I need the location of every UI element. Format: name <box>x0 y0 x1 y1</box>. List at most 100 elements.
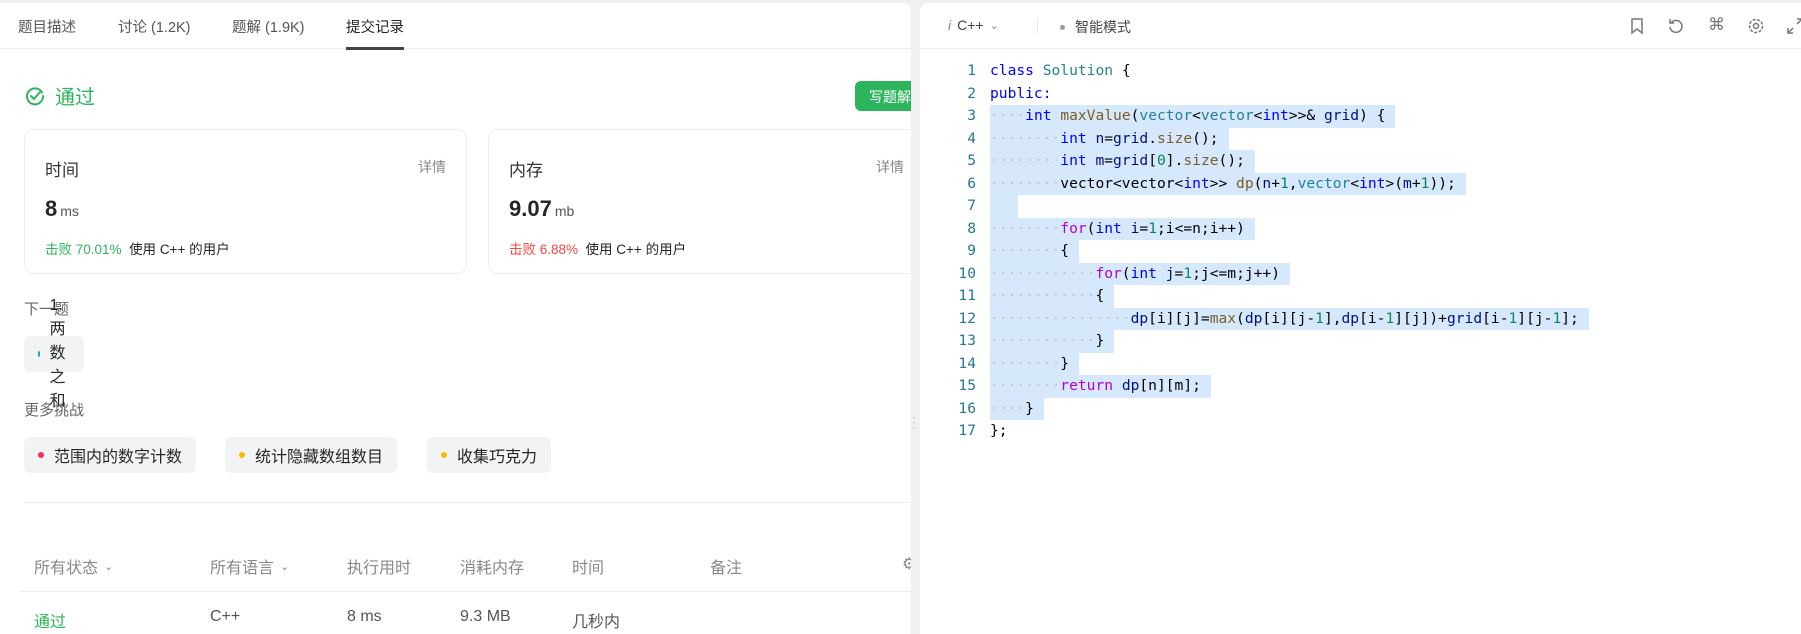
code-token: < <box>1350 174 1360 192</box>
code-token: ]; <box>1561 309 1579 327</box>
indent-whitespace: ········ <box>990 219 1061 237</box>
code-token: int <box>1060 152 1087 169</box>
challenge-chip[interactable]: 收集巧克力 <box>427 437 552 473</box>
expand-icon[interactable] <box>1786 17 1801 35</box>
challenge-chip[interactable]: 范围内的数字计数 <box>24 437 197 473</box>
code-token: grid <box>1323 107 1360 124</box>
line-number: 1 <box>967 62 976 79</box>
memory-beat: 击败 6.88% 使用 C++ 的用户 <box>509 238 686 258</box>
code-text: ········int m=grid[0].size(); <box>990 150 1255 173</box>
code-token: 1 <box>1508 309 1518 327</box>
memory-unit: mb <box>554 203 575 219</box>
chevron-down-icon: ⌄ <box>989 19 999 32</box>
line-number: 9 <box>967 242 976 259</box>
runtime-beat-text: 使用 C++ 的用户 <box>129 242 230 257</box>
memory-value-row: 9.07 mb <box>509 196 574 222</box>
runtime-value: 8 <box>45 196 58 221</box>
code-token: vector<vector< <box>1060 174 1184 192</box>
tab-bar: 题目描述 讨论 (1.2K) 题解 (1.9K) 提交记录 <box>0 3 911 50</box>
code-token: >>& <box>1288 107 1324 124</box>
line-number: 2 <box>967 84 976 102</box>
code-token: ]. <box>1165 152 1184 169</box>
status-text: 通过 <box>55 87 95 109</box>
settings-icon[interactable] <box>1747 17 1765 35</box>
resize-handle[interactable]: · · · <box>912 411 916 433</box>
code-token: int <box>1262 107 1289 124</box>
filter-language[interactable]: 所有语言 ⌄ <box>210 554 289 578</box>
chip-label: 1. 两数之和 <box>49 297 66 410</box>
code-token: j <box>1165 264 1175 282</box>
memory-detail-link[interactable]: 详情 <box>876 157 904 177</box>
code-token: int <box>1095 219 1122 237</box>
tab-solutions[interactable]: 题解 (1.9K) <box>232 16 305 37</box>
runtime-unit: ms <box>60 203 79 219</box>
code-token: }; <box>990 422 1008 439</box>
tab-discussion[interactable]: 讨论 (1.2K) <box>118 16 191 37</box>
code-token: int <box>1359 174 1386 192</box>
difficulty-dot <box>38 351 40 357</box>
indent-whitespace: ········ <box>990 242 1061 259</box>
code-token: n <box>1262 174 1272 192</box>
row-language: C++ <box>210 608 241 625</box>
line-number: 12 <box>958 309 976 327</box>
code-token: dp <box>1236 174 1254 192</box>
table-settings-icon[interactable]: ⚙ <box>902 554 911 574</box>
runtime-detail-link[interactable]: 详情 <box>418 157 446 177</box>
code-token: = <box>1104 129 1114 147</box>
code-text: ················dp[i][j]=max(dp[i][j-1],… <box>990 307 1589 330</box>
code-token: { <box>1113 62 1131 79</box>
row-runtime: 8 ms <box>347 608 382 625</box>
code-token: [n][m]; <box>1139 377 1201 394</box>
row-status[interactable]: 通过 <box>34 608 66 632</box>
table-header-divider <box>20 591 911 592</box>
indent-whitespace: ········ <box>990 129 1061 147</box>
code-token: ;j<=m;j++) <box>1192 264 1281 282</box>
code-token: [ <box>1148 152 1157 169</box>
code-token: )); <box>1429 174 1456 192</box>
submission-panel: 题目描述 讨论 (1.2K) 题解 (1.9K) 提交记录 通过 写题解 时间 … <box>0 3 911 634</box>
line-number: 3 <box>967 107 976 124</box>
toolbar-divider <box>1037 18 1038 34</box>
indent-whitespace: ···· <box>990 107 1026 124</box>
code-token: (); <box>1218 152 1245 169</box>
runtime-beat-percent: 击败 70.01% <box>45 242 122 257</box>
bookmark-icon[interactable] <box>1628 17 1646 35</box>
code-text: ········{ <box>990 240 1080 263</box>
filter-status[interactable]: 所有状态 ⌄ <box>34 554 113 578</box>
code-token: . <box>1148 129 1157 147</box>
tab-submissions[interactable]: 提交记录 <box>346 16 404 50</box>
code-token: grid <box>1113 152 1149 169</box>
indent-whitespace: ········ <box>990 174 1061 192</box>
code-token: size <box>1157 129 1193 147</box>
shortcut-icon[interactable]: ⌘ <box>1708 15 1726 34</box>
runtime-beat: 击败 70.01% 使用 C++ 的用户 <box>45 238 230 258</box>
memory-beat-percent: 击败 6.88% <box>509 242 579 257</box>
reset-icon[interactable] <box>1667 17 1685 35</box>
write-solution-button[interactable]: 写题解 <box>855 81 911 111</box>
language-select[interactable]: i C++ ⌄ <box>948 17 999 33</box>
line-number: 7 <box>967 197 976 214</box>
indent-whitespace: ················ <box>990 309 1131 327</box>
runtime-card: 时间 详情 8 ms 击败 70.01% 使用 C++ 的用户 <box>24 129 467 274</box>
code-token: 1 <box>1315 309 1324 327</box>
memory-value: 9.07 <box>509 196 552 221</box>
indent-whitespace: ········ <box>990 354 1061 372</box>
tab-description[interactable]: 题目描述 <box>18 16 76 37</box>
code-token: { <box>1095 287 1105 304</box>
code-text: ········return dp[n][m]; <box>990 375 1211 398</box>
code-token: 1 <box>1183 264 1193 282</box>
code-text: class Solution { <box>990 60 1131 83</box>
code-token: } <box>1095 332 1105 349</box>
challenge-chip[interactable]: 统计隐藏数组数目 <box>225 437 398 473</box>
code-token: 1 <box>1552 309 1562 327</box>
code-text: public: <box>990 83 1052 106</box>
runtime-value-row: 8 ms <box>45 196 79 222</box>
code-text: ············for(int j=1;j<=m;j++) <box>990 262 1291 285</box>
next-problem-chip[interactable]: 1. 两数之和 <box>24 297 84 410</box>
code-token: ], <box>1323 309 1342 327</box>
chip-label: 收集巧克力 <box>457 449 538 466</box>
code-token: vector <box>1139 107 1193 124</box>
smart-mode-toggle[interactable]: 智能模式 <box>1060 17 1131 37</box>
